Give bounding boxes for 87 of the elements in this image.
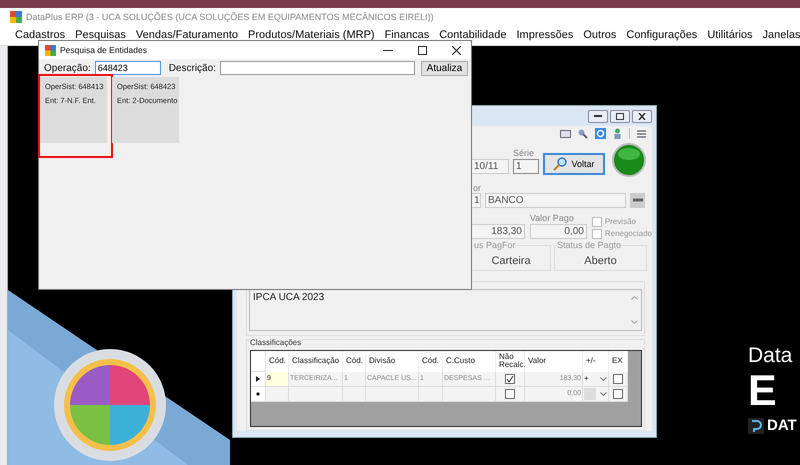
operation-field[interactable]: 648423 xyxy=(94,61,161,75)
menu-item[interactable]: Produtos/Materiais (MRP) xyxy=(243,29,380,41)
memo-text: IPCA UCA 2023 xyxy=(253,292,324,305)
table-cell xyxy=(289,386,343,402)
value-field[interactable]: 183,30 xyxy=(471,224,525,239)
group-label: Status de Pagto xyxy=(557,240,622,250)
person-icon[interactable] xyxy=(613,128,622,140)
column-header[interactable]: Cód. xyxy=(266,350,289,372)
brand-logo-icon xyxy=(748,418,764,434)
field-label: Operação: xyxy=(44,62,91,74)
table-cell xyxy=(366,386,419,402)
row-header[interactable] xyxy=(251,372,266,387)
supplier-code-field[interactable]: 1 xyxy=(471,192,481,208)
column-header[interactable]: Classificação xyxy=(289,350,343,372)
menu-item[interactable]: Configurações xyxy=(621,29,702,41)
sign-dropdown[interactable]: + xyxy=(583,372,609,387)
column-header[interactable]: +/- xyxy=(583,350,609,372)
column-header[interactable]: Cód. xyxy=(343,350,366,372)
column-header[interactable]: Não Recalc. xyxy=(496,350,525,372)
dropdown-icon xyxy=(600,392,607,396)
menu-item[interactable]: Outros xyxy=(578,29,622,41)
status-light-icon xyxy=(612,142,646,177)
brand-text: DAT xyxy=(767,417,797,434)
column-header[interactable]: Valor xyxy=(525,350,583,372)
menu-item[interactable]: Contabilidade xyxy=(434,29,512,41)
menu-item[interactable]: Cadastros xyxy=(10,29,70,41)
checkbox[interactable] xyxy=(592,228,602,239)
restore-icon xyxy=(616,112,624,120)
sign-dropdown[interactable] xyxy=(583,386,609,402)
checkbox-label: Previsão xyxy=(604,217,636,226)
current-row-icon xyxy=(256,376,260,382)
app-icon xyxy=(45,44,56,56)
refresh-button[interactable]: Atualiza xyxy=(420,60,468,76)
minimize-icon xyxy=(594,114,602,118)
status-value: Aberto xyxy=(584,254,617,267)
field-label: Valor Pago xyxy=(530,212,575,223)
checkbox[interactable] xyxy=(505,374,515,384)
close-icon xyxy=(638,112,646,120)
checkbox[interactable] xyxy=(613,388,623,399)
column-header[interactable]: Divisão xyxy=(366,350,419,372)
table-cell xyxy=(266,386,289,402)
menu-item[interactable]: Impressões xyxy=(512,29,578,41)
close-icon xyxy=(452,46,460,54)
menu-item[interactable]: Financas xyxy=(380,29,434,41)
checkbox[interactable] xyxy=(505,388,515,399)
close-button[interactable] xyxy=(632,110,652,122)
table-cell xyxy=(343,386,366,402)
column-header[interactable]: EX xyxy=(609,350,628,372)
group-label: us PagFor xyxy=(474,240,516,250)
checkbox-label: Renegociado xyxy=(604,229,652,238)
dropdown-icon xyxy=(600,376,607,381)
paid-value-field[interactable]: 0,00 xyxy=(530,224,587,239)
brand-text: Data xyxy=(748,343,794,369)
menu-item[interactable]: Pesquisas xyxy=(70,29,131,41)
card-icon[interactable] xyxy=(560,129,571,138)
column-header[interactable]: Cód. xyxy=(419,350,443,372)
lookup-button[interactable] xyxy=(630,192,645,208)
dialog-title: Pesquisa de Entidades xyxy=(60,45,147,55)
field-label: Série xyxy=(513,148,536,158)
menu-item[interactable]: Utilitários xyxy=(702,29,758,41)
description-field[interactable] xyxy=(220,61,415,75)
maximize-icon xyxy=(418,46,426,54)
checkbox[interactable] xyxy=(613,374,623,384)
grid-corner xyxy=(251,350,266,372)
brand-text: E xyxy=(748,369,778,413)
new-row-icon xyxy=(256,392,260,396)
menu-icon[interactable] xyxy=(637,129,646,138)
status-value: Carteira xyxy=(491,254,531,267)
checkbox[interactable] xyxy=(592,216,602,227)
menu-item[interactable]: Janelas xyxy=(758,29,800,41)
magnifier-icon xyxy=(553,156,568,171)
restore-button[interactable] xyxy=(610,110,630,122)
window-title: DataPlus ERP (3 - UCA SOLUÇÕES (UCA SOLUÇÕES EM EQUIPAMENTOS MECÂNICOS EIRELI)) xyxy=(26,12,434,22)
column-header[interactable]: C.Custo xyxy=(443,350,496,372)
row-header[interactable] xyxy=(251,386,266,402)
app-icon xyxy=(10,10,22,22)
group-label: or xyxy=(473,182,482,193)
date-field[interactable]: 10/11 xyxy=(471,158,509,174)
menu-item[interactable]: Vendas/Faturamento xyxy=(130,29,244,41)
back-button[interactable]: Voltar xyxy=(543,152,605,175)
field-label: Descrição: xyxy=(168,62,216,74)
group-label: Classificações xyxy=(250,338,302,347)
table-cell xyxy=(419,386,443,402)
minimize-button[interactable] xyxy=(588,110,608,122)
supplier-name-field[interactable]: BANCO xyxy=(485,192,626,208)
series-field[interactable]: 1 xyxy=(513,158,539,174)
refresh-icon[interactable] xyxy=(595,128,606,140)
